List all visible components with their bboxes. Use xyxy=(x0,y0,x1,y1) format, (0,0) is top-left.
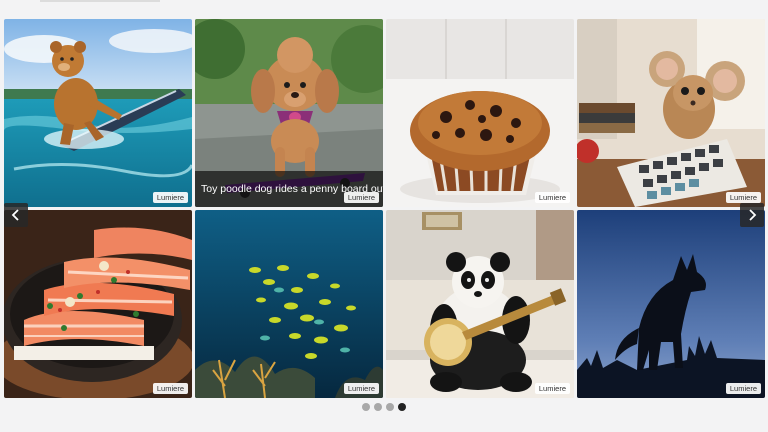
lumiere-badge: Lumiere xyxy=(534,383,570,394)
gallery-tile-muffin[interactable]: Lumiere xyxy=(386,19,574,207)
chevron-left-icon xyxy=(11,209,19,221)
fish-reef-image xyxy=(195,210,383,398)
wolf-silhouette-image xyxy=(577,210,765,398)
top-divider xyxy=(40,0,160,2)
lumiere-badge: Lumiere xyxy=(152,192,188,203)
video-gallery-grid: Lumiere Toy poodle dog rides a penny boa… xyxy=(4,19,765,398)
lumiere-badge: Lumiere xyxy=(534,192,570,203)
pagination-dots xyxy=(0,403,768,411)
lumiere-badge: Lumiere xyxy=(152,383,188,394)
page-dot-1[interactable] xyxy=(362,403,370,411)
muffin-image xyxy=(386,19,574,207)
gallery-tile-poodle-penny-board[interactable]: Toy poodle dog rides a penny board outdo… xyxy=(195,19,383,207)
lumiere-badge: Lumiere xyxy=(343,383,379,394)
gallery-tile-wolf-silhouette[interactable]: Lumiere xyxy=(577,210,765,398)
page-dot-4[interactable] xyxy=(398,403,406,411)
page-dot-2[interactable] xyxy=(374,403,382,411)
gallery-tile-teddy-bear-surfing[interactable]: Lumiere xyxy=(4,19,192,207)
lumiere-badge: Lumiere xyxy=(725,383,761,394)
gallery-tile-salmon-sushi[interactable]: Lumiere xyxy=(4,210,192,398)
lumiere-badge: Lumiere xyxy=(343,192,379,203)
page-dot-3[interactable] xyxy=(386,403,394,411)
gallery-tile-panda-banjo[interactable]: Lumiere xyxy=(386,210,574,398)
mouse-keyboard-image xyxy=(577,19,765,207)
lumiere-badge: Lumiere xyxy=(725,192,761,203)
previous-button[interactable] xyxy=(4,203,28,227)
gallery-tile-fish-reef[interactable]: Lumiere xyxy=(195,210,383,398)
teddy-bear-surfing-image xyxy=(4,19,192,207)
chevron-right-icon xyxy=(749,209,757,221)
next-button[interactable] xyxy=(740,203,764,227)
panda-banjo-image xyxy=(386,210,574,398)
gallery-tile-mouse-keyboard[interactable]: Lumiere xyxy=(577,19,765,207)
salmon-sushi-image xyxy=(4,210,192,398)
